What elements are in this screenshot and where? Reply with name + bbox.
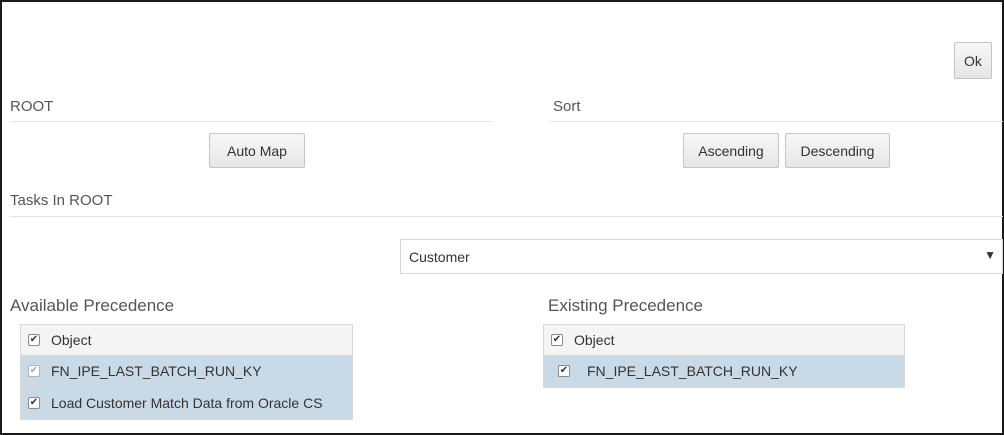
select-all-checkbox[interactable]: ✔ — [28, 334, 40, 346]
ok-button[interactable]: Ok — [954, 42, 992, 79]
descending-button[interactable]: Descending — [785, 133, 890, 168]
existing-precedence-grid: ✔ Object ✔ FN_IPE_LAST_BATCH_RUN_KY — [543, 324, 905, 388]
column-header-object: Object — [51, 332, 92, 348]
chevron-down-icon: ▼ — [984, 248, 996, 262]
auto-map-button[interactable]: Auto Map — [209, 133, 305, 168]
row-label: Load Customer Match Data from Oracle CS — [51, 395, 323, 411]
task-select-value: Customer — [409, 249, 470, 265]
available-precedence-grid: ✔ Object ✔ FN_IPE_LAST_BATCH_RUN_KY ✔ Lo… — [20, 324, 353, 420]
grid-header-row: ✔ Object — [543, 324, 905, 356]
sort-divider — [550, 121, 1003, 122]
task-select[interactable]: Customer ▼ — [400, 239, 1003, 274]
tasks-title: Tasks In ROOT — [10, 192, 113, 209]
tasks-divider — [10, 216, 1003, 217]
existing-precedence-title: Existing Precedence — [548, 296, 703, 315]
select-all-checkbox[interactable]: ✔ — [551, 334, 563, 346]
row-checkbox[interactable]: ✔ — [28, 365, 40, 377]
root-divider — [10, 121, 492, 122]
table-row[interactable]: ✔ FN_IPE_LAST_BATCH_RUN_KY — [20, 356, 353, 388]
table-row[interactable]: ✔ Load Customer Match Data from Oracle C… — [20, 388, 353, 420]
available-precedence-title: Available Precedence — [10, 296, 175, 315]
row-label: FN_IPE_LAST_BATCH_RUN_KY — [587, 363, 798, 379]
table-row[interactable]: ✔ FN_IPE_LAST_BATCH_RUN_KY — [543, 356, 905, 388]
ascending-button[interactable]: Ascending — [683, 133, 779, 168]
row-checkbox[interactable]: ✔ — [558, 365, 570, 377]
sort-title: Sort — [553, 98, 581, 115]
root-title: ROOT — [10, 98, 54, 115]
column-header-object: Object — [574, 332, 615, 348]
row-checkbox[interactable]: ✔ — [28, 397, 40, 409]
row-label: FN_IPE_LAST_BATCH_RUN_KY — [51, 363, 262, 379]
grid-header-row: ✔ Object — [20, 324, 353, 356]
